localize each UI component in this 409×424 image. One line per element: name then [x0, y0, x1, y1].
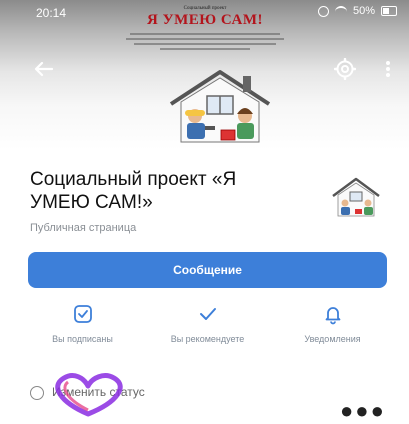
message-button[interactable]: Сообщение [28, 252, 387, 288]
cover-image: 20:14 50% Социальный проект Я УМЕЮ САМ! [0, 0, 409, 150]
more-button[interactable] [378, 56, 398, 82]
page-title: Социальный проект «Я УМЕЮ САМ!» [30, 169, 237, 213]
wifi-icon [334, 5, 347, 17]
cover-title: Я УМЕЮ САМ! [147, 12, 263, 28]
checkmark-icon [199, 308, 216, 320]
house-illustration [169, 70, 271, 143]
page-type: Публичная страница [30, 222, 137, 234]
change-status-button[interactable]: Изменить статус [30, 373, 330, 417]
cover-top-text: Социальный проект [183, 6, 227, 11]
avatar[interactable] [330, 176, 382, 220]
heart-sticker-icon [55, 373, 123, 417]
cover-fine-print [120, 31, 290, 54]
battery-percent: 50% [352, 5, 375, 17]
back-button[interactable] [28, 54, 58, 84]
bell-icon [325, 307, 340, 325]
cover-text-block: Социальный проект Я УМЕЮ САМ! [120, 6, 290, 54]
status-icons: 50% [317, 5, 397, 17]
recommend-button[interactable]: Вы рекомендуете [145, 302, 270, 352]
recommend-label: Вы рекомендуете [170, 334, 245, 344]
check-square-icon [73, 305, 92, 323]
settings-button[interactable] [332, 56, 358, 82]
gear-icon [334, 58, 356, 80]
more-vertical-icon [386, 61, 390, 77]
alarm-icon [317, 5, 329, 17]
arrow-left-icon [34, 61, 53, 77]
subscribed-button[interactable]: Вы подписаны [20, 302, 145, 352]
status-time: 20:14 [36, 6, 67, 20]
action-row: Вы подписаны Вы рекомендуете Уведомления [20, 302, 395, 352]
more-dots-icon: ●●● [340, 398, 386, 423]
notifications-label: Уведомления [304, 334, 361, 344]
battery-icon [381, 6, 397, 16]
notifications-button[interactable]: Уведомления [270, 302, 395, 352]
subscribed-label: Вы подписаны [52, 334, 113, 344]
